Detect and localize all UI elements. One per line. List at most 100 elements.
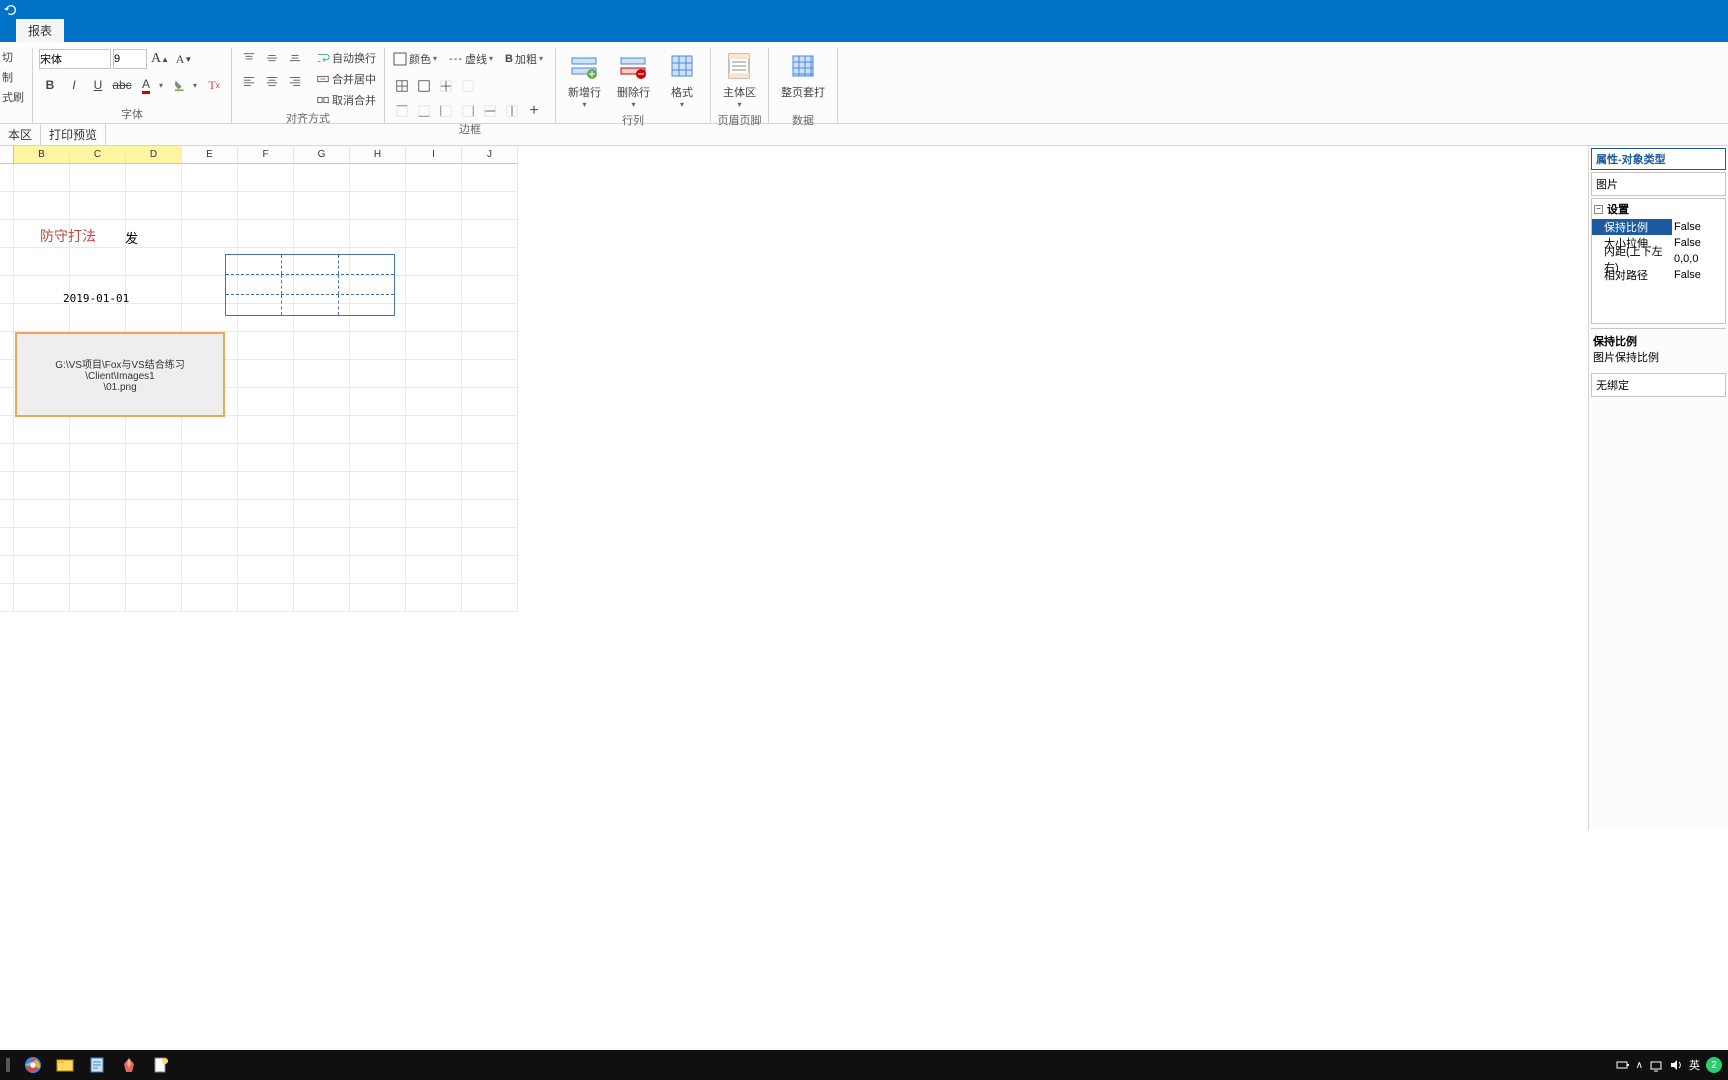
property-value[interactable]: False (1672, 221, 1725, 233)
grid-cell[interactable] (462, 472, 518, 500)
grid-cell[interactable] (406, 556, 462, 584)
grid-cell[interactable] (462, 444, 518, 472)
ime-indicator[interactable]: 英 (1689, 1057, 1700, 1073)
align-center-icon[interactable] (261, 71, 283, 91)
main-area-button[interactable]: 主体区▾ (717, 48, 762, 112)
grid-cell[interactable] (14, 528, 70, 556)
grid-cell[interactable] (238, 192, 294, 220)
grid-cell[interactable] (14, 248, 70, 276)
grid-cell[interactable] (70, 248, 126, 276)
grid-cell[interactable] (126, 500, 182, 528)
subtab-main-area[interactable]: 本区 (0, 123, 41, 146)
grid-cell[interactable] (14, 276, 70, 304)
grid-cell[interactable] (70, 304, 126, 332)
align-left-icon[interactable] (238, 71, 260, 91)
tab-file-stub[interactable] (4, 36, 16, 42)
fill-color-icon[interactable] (169, 75, 191, 95)
grid-cell[interactable] (238, 220, 294, 248)
grid-cell[interactable] (182, 164, 238, 192)
column-header-H[interactable]: H (350, 146, 406, 164)
merge-center-button[interactable]: 合并居中 (314, 69, 378, 89)
column-header-F[interactable]: F (238, 146, 294, 164)
grid-cell[interactable] (462, 360, 518, 388)
page-print-button[interactable]: 整页套打 (775, 48, 831, 112)
explorer-icon[interactable] (56, 1056, 74, 1074)
grid-cell[interactable] (350, 332, 406, 360)
grid-cell[interactable] (406, 472, 462, 500)
cut-button[interactable]: 切 (0, 48, 26, 66)
grid-cell[interactable] (350, 164, 406, 192)
border-right-icon[interactable] (457, 101, 479, 121)
tray-chevron-icon[interactable]: ∧ (1636, 1060, 1643, 1071)
grid-cell[interactable] (182, 584, 238, 612)
grid-cell[interactable] (462, 304, 518, 332)
grid-cell[interactable] (126, 248, 182, 276)
grid-cell[interactable] (294, 528, 350, 556)
grid-cell[interactable] (406, 360, 462, 388)
grid-cell[interactable] (238, 444, 294, 472)
grid-cell[interactable] (462, 500, 518, 528)
grid-cell[interactable] (294, 584, 350, 612)
grid-cell[interactable] (294, 332, 350, 360)
grid-cell[interactable] (14, 500, 70, 528)
grid-cell[interactable] (70, 584, 126, 612)
grid-cell[interactable] (294, 500, 350, 528)
grid-cell[interactable] (126, 472, 182, 500)
grid-cell[interactable] (70, 192, 126, 220)
grid-cell[interactable] (70, 500, 126, 528)
collapse-icon[interactable]: − (1594, 205, 1603, 214)
grid-cell[interactable] (350, 444, 406, 472)
grid-cell[interactable] (294, 444, 350, 472)
font-color-dropdown[interactable]: ▾ (159, 81, 167, 90)
border-color-button[interactable]: 颜色▾ (391, 49, 443, 69)
grid-cell[interactable] (238, 500, 294, 528)
object-type-select[interactable]: 图片 (1591, 172, 1726, 196)
grid-cell[interactable] (294, 416, 350, 444)
property-row[interactable]: 内距(上下左右)0,0,0 (1592, 251, 1725, 267)
refresh-icon[interactable] (4, 3, 18, 17)
grid-cell[interactable] (294, 360, 350, 388)
grid-cell[interactable] (126, 416, 182, 444)
grid-cell[interactable] (462, 192, 518, 220)
increase-font-icon[interactable]: A▲ (149, 49, 171, 69)
border-top-icon[interactable] (391, 101, 413, 121)
grid-cell[interactable] (462, 388, 518, 416)
grid-cell[interactable] (406, 248, 462, 276)
grid-cell[interactable] (406, 444, 462, 472)
border-vmid-icon[interactable] (501, 101, 523, 121)
column-header-D[interactable]: D (126, 146, 182, 164)
property-value[interactable]: False (1672, 237, 1725, 249)
font-size-select[interactable] (113, 49, 147, 69)
grid-cell[interactable] (350, 584, 406, 612)
grid-cell[interactable] (350, 556, 406, 584)
fill-color-dropdown[interactable]: ▾ (193, 81, 201, 90)
grid-cell[interactable] (406, 304, 462, 332)
grid-cell[interactable] (406, 584, 462, 612)
grid-cell[interactable] (350, 500, 406, 528)
border-none-icon[interactable] (457, 76, 479, 96)
align-top-icon[interactable] (238, 48, 260, 68)
grid-cell[interactable] (238, 528, 294, 556)
grid-cell[interactable] (406, 416, 462, 444)
grid-cell[interactable] (462, 416, 518, 444)
grid-cell[interactable] (294, 472, 350, 500)
border-inner-icon[interactable] (435, 76, 457, 96)
grid-cell[interactable] (182, 192, 238, 220)
grid-cell[interactable] (182, 220, 238, 248)
grid-cell[interactable] (462, 556, 518, 584)
property-row[interactable]: 保持比例False (1592, 219, 1725, 235)
grid-cell[interactable] (294, 220, 350, 248)
notepad-icon[interactable] (88, 1056, 106, 1074)
italic-icon[interactable]: I (63, 75, 85, 95)
decrease-font-icon[interactable]: A▼ (173, 49, 195, 69)
grid-cell[interactable] (406, 500, 462, 528)
grid-cell[interactable] (14, 556, 70, 584)
column-header-G[interactable]: G (294, 146, 350, 164)
bold-icon[interactable]: B (39, 75, 61, 95)
copy-button[interactable]: 制 (0, 68, 26, 86)
grid-cell[interactable] (462, 248, 518, 276)
grid-cell[interactable] (462, 276, 518, 304)
image-object[interactable]: G:\VS项目\Fox与VS结合练习\Client\Images1 \01.pn… (15, 332, 225, 417)
subtab-print-preview[interactable]: 打印预览 (41, 123, 106, 146)
grid-cell[interactable] (126, 192, 182, 220)
